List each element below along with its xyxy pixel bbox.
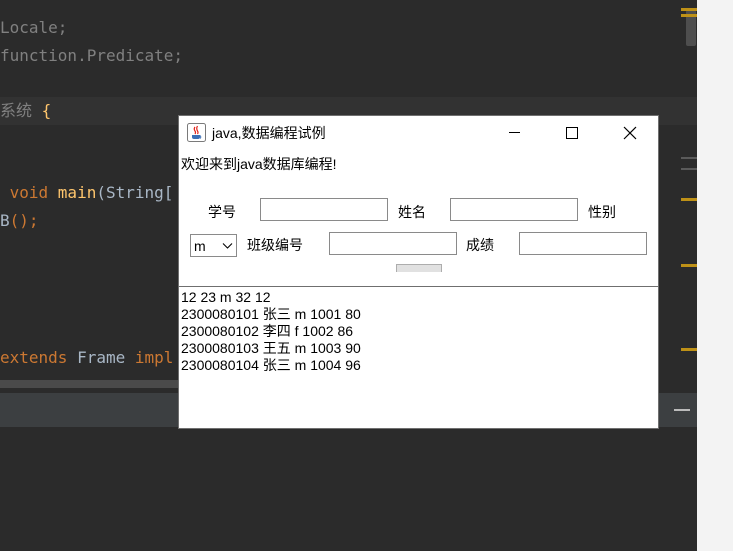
code-token: B	[0, 211, 10, 230]
maximize-icon	[566, 127, 578, 139]
code-token: (String[	[96, 183, 174, 202]
record-line: 2300080102 李四 f 1002 86	[181, 323, 354, 339]
warning-marker[interactable]	[681, 198, 697, 201]
student-id-label: 学号	[208, 204, 236, 220]
gender-choice[interactable]: m	[190, 234, 237, 257]
gender-label: 性别	[588, 204, 616, 220]
editor-horizontal-scrollbar[interactable]	[0, 380, 180, 388]
code-token: ();	[9, 211, 39, 230]
tool-window-content	[0, 427, 697, 551]
window-title: java,数据编程试例	[212, 125, 326, 141]
gender-choice-value: m	[194, 238, 206, 254]
warning-marker[interactable]	[681, 264, 697, 267]
chevron-down-icon	[222, 243, 233, 249]
code-token: void	[0, 183, 58, 202]
code-token: function.Predicate;	[0, 46, 184, 65]
warning-marker[interactable]	[681, 14, 697, 17]
record-line: 2300080101 张三 m 1001 80	[181, 306, 361, 322]
code-token: extends	[0, 348, 78, 367]
desktop-edge	[697, 0, 733, 551]
code-line-import-predicate: function.Predicate;	[0, 42, 183, 70]
code-line-main-method: void main(String[	[0, 179, 174, 207]
code-token: main	[57, 183, 97, 202]
maximize-button[interactable]	[547, 116, 597, 150]
code-line-import-locale: Locale;	[0, 14, 67, 42]
app-window: java,数据编程试例 欢迎来到java数据库编程! 学号 姓名 性别 m 班级…	[178, 115, 659, 429]
minimize-panel-icon[interactable]	[674, 409, 690, 411]
records-text-area[interactable]: 12 23 m 32 12 2300080101 张三 m 1001 80 23…	[179, 286, 658, 428]
name-label: 姓名	[398, 204, 426, 220]
score-label: 成绩	[466, 237, 494, 253]
code-line-call: B();	[0, 207, 39, 235]
record-line: 12 23 m 32 12	[181, 289, 271, 305]
code-token: {	[41, 101, 52, 120]
close-button[interactable]	[605, 116, 655, 150]
code-token: impl	[134, 348, 174, 367]
close-icon	[623, 126, 637, 140]
code-line-frame-class: extends Frame impl	[0, 344, 173, 372]
submit-button[interactable]	[396, 264, 442, 272]
code-token: Frame	[77, 348, 135, 367]
java-app-icon	[187, 123, 206, 142]
code-token: Locale;	[0, 18, 68, 37]
class-id-input[interactable]	[329, 232, 457, 255]
minimize-button[interactable]	[489, 116, 539, 150]
record-line: 2300080104 张三 m 1004 96	[181, 357, 361, 373]
welcome-label: 欢迎来到java数据库编程!	[181, 156, 337, 172]
record-line: 2300080103 王五 m 1003 90	[181, 340, 361, 356]
warning-marker[interactable]	[681, 8, 697, 11]
info-marker[interactable]	[681, 168, 697, 170]
info-marker[interactable]	[681, 157, 697, 159]
name-input[interactable]	[450, 198, 578, 221]
warning-marker[interactable]	[681, 348, 697, 351]
minimize-icon	[509, 132, 520, 133]
title-bar[interactable]: java,数据编程试例	[179, 116, 658, 150]
student-id-input[interactable]	[260, 198, 388, 221]
class-id-label: 班级编号	[247, 237, 303, 253]
score-input[interactable]	[519, 232, 647, 255]
code-token: 系统	[0, 101, 42, 120]
